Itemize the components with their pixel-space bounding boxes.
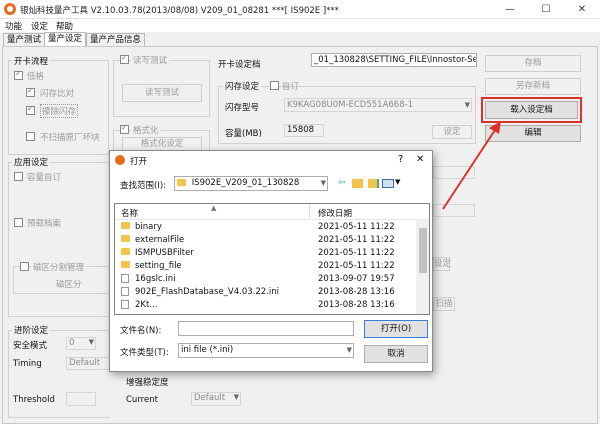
file-list: 名称 ▲ 修改日期 binary 2021-05-11 11:22 external… (114, 203, 430, 315)
file-name: ISMPUSBFilter (135, 248, 194, 258)
dialog-title: 打开 (130, 157, 148, 167)
file-name: 2Kt... (135, 300, 158, 310)
header-divider (115, 219, 429, 220)
folder-icon (121, 222, 130, 229)
look-in-label: 查找范围(I): (120, 181, 167, 191)
date-column-header[interactable]: 修改日期 (318, 207, 352, 219)
look-in-select[interactable]: IS902E_V209_01_130828 ▼ (174, 176, 328, 191)
file-date: 2021-05-11 11:22 (318, 261, 395, 271)
chevron-down-icon: ▼ (320, 179, 326, 187)
file-row[interactable]: ISMPUSBFilter 2021-05-11 11:22 (115, 247, 415, 260)
file-row[interactable]: 2Kt... 2013-08-28 13:16 (115, 299, 415, 312)
filename-input[interactable] (178, 321, 354, 336)
chevron-down-icon[interactable]: ▼ (395, 178, 400, 186)
dialog-close-button[interactable]: ✕ (416, 154, 424, 165)
filetype-select[interactable]: ini file (*.ini) ▼ (178, 343, 354, 358)
file-date: 2021-05-11 11:22 (318, 222, 395, 232)
name-column-header[interactable]: 名称 (121, 207, 138, 219)
chevron-down-icon: ▼ (346, 346, 352, 354)
file-row[interactable]: setting_file 2021-05-11 11:22 (115, 260, 415, 273)
file-name: 16gslc.ini (135, 274, 176, 284)
file-date: 2013-08-28 13:16 (318, 300, 395, 310)
file-date: 2013-08-28 13:16 (318, 287, 395, 297)
file-row[interactable]: binary 2021-05-11 11:22 (115, 221, 415, 234)
file-name: binary (135, 222, 162, 232)
up-folder-icon[interactable] (352, 179, 363, 188)
folder-icon (177, 179, 186, 186)
file-row[interactable]: externalFile 2021-05-11 11:22 (115, 234, 415, 247)
filetype-label: 文件类型(T): (120, 348, 169, 358)
look-in-value: IS902E_V209_01_130828 (191, 178, 300, 188)
open-file-dialog: 打开 ? ✕ 查找范围(I): IS902E_V209_01_130828 ▼ … (109, 150, 433, 372)
file-name: setting_file (135, 261, 182, 271)
open-button[interactable]: 打开(O) (364, 320, 428, 338)
file-row[interactable]: 16gslc.ini 2013-09-07 19:57 (115, 273, 415, 286)
file-date: 2021-05-11 11:22 (318, 235, 395, 245)
file-name: externalFile (135, 235, 185, 245)
filetype-value: ini file (*.ini) (181, 345, 234, 355)
file-list-scrollbar[interactable] (416, 219, 429, 314)
folder-icon (121, 235, 130, 242)
cancel-button[interactable]: 取消 (364, 345, 428, 363)
file-icon (121, 300, 129, 309)
column-divider[interactable] (309, 204, 310, 218)
back-icon[interactable]: ⇦ (338, 178, 346, 188)
dialog-help-button[interactable]: ? (398, 154, 403, 165)
file-date: 2021-05-11 11:22 (318, 248, 395, 258)
scrollbar-thumb[interactable] (419, 228, 427, 273)
folder-icon (121, 248, 130, 255)
file-date: 2013-09-07 19:57 (318, 274, 395, 284)
file-name: 902E_FlashDatabase_V4.03.22.ini (135, 287, 279, 297)
folder-icon (121, 261, 130, 268)
file-icon (121, 287, 129, 296)
filename-label: 文件名(N): (120, 326, 162, 336)
view-menu-icon[interactable] (382, 179, 394, 188)
file-icon (121, 274, 129, 283)
file-rows: binary 2021-05-11 11:22 externalFile 2021-0… (115, 221, 415, 314)
sort-up-icon: ▲ (211, 204, 217, 212)
file-row[interactable]: 902E_FlashDatabase_V4.03.22.ini 2013-08-2… (115, 286, 415, 299)
dialog-app-icon (115, 155, 125, 165)
new-folder-icon[interactable] (368, 179, 379, 188)
